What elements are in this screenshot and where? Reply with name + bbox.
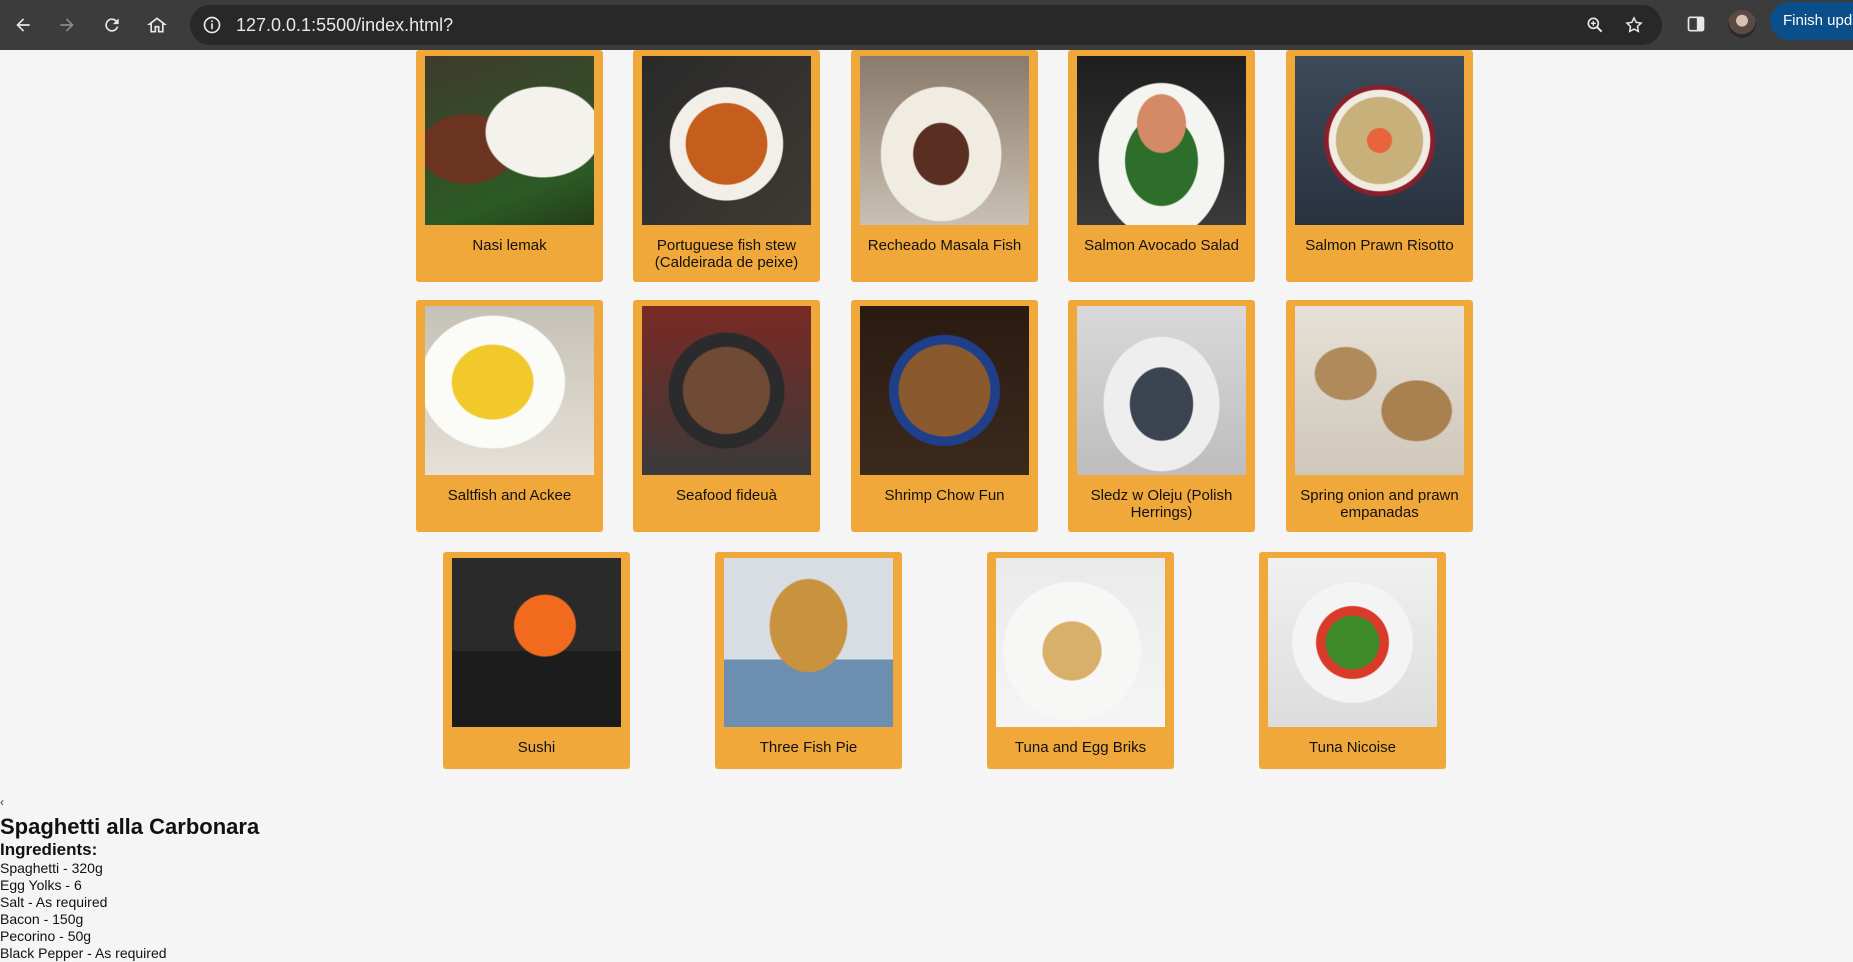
recipe-image[interactable] xyxy=(1295,306,1464,475)
recipe-card[interactable]: Saltfish and Ackee xyxy=(416,300,603,532)
recipe-title[interactable]: Sledz w Oleju (Polish Herrings) xyxy=(1072,487,1251,521)
recipe-title[interactable]: Recheado Masala Fish xyxy=(855,237,1034,254)
recipe-image[interactable] xyxy=(452,558,621,727)
finish-update-button[interactable]: Finish update xyxy=(1770,2,1853,40)
recipe-card[interactable]: Portuguese fish stew (Caldeirada de peix… xyxy=(633,50,820,282)
recipe-card[interactable]: Spring onion and prawn empanadas xyxy=(1286,300,1473,532)
recipe-card[interactable]: Sushi xyxy=(443,552,630,769)
side-panel-icon[interactable] xyxy=(1683,11,1709,37)
recipe-title[interactable]: Three Fish Pie xyxy=(719,739,898,756)
recipe-image[interactable] xyxy=(1077,56,1246,225)
site-info-icon[interactable] xyxy=(200,13,224,37)
ingredients-list: Spaghetti - 320g Egg Yolks - 6 Salt - As… xyxy=(0,860,167,962)
ingredients-heading: Ingredients: xyxy=(0,840,98,859)
back-icon[interactable] xyxy=(8,10,38,40)
ingredient-item: Spaghetti - 320g xyxy=(0,860,103,876)
bookmark-star-icon[interactable] xyxy=(1622,13,1646,37)
browser-toolbar: 127.0.0.1:5500/index.html? Finish update xyxy=(0,0,1853,50)
recipe-title[interactable]: Sushi xyxy=(447,739,626,756)
recipe-title[interactable]: Tuna and Egg Briks xyxy=(991,739,1170,756)
recipe-title[interactable]: Shrimp Chow Fun xyxy=(855,487,1034,504)
recipe-card[interactable]: Salmon Prawn Risotto xyxy=(1286,50,1473,282)
recipe-image[interactable] xyxy=(425,306,594,475)
ingredient-item: Black Pepper - As required xyxy=(0,945,167,961)
ingredient-item: Salt - As required xyxy=(0,894,108,910)
reload-icon[interactable] xyxy=(97,10,127,40)
url-text[interactable]: 127.0.0.1:5500/index.html? xyxy=(236,15,453,36)
address-bar[interactable]: 127.0.0.1:5500/index.html? xyxy=(190,5,1662,45)
recipe-image[interactable] xyxy=(642,56,811,225)
recipe-title[interactable]: Nasi lemak xyxy=(420,237,599,254)
recipe-title[interactable]: Portuguese fish stew (Caldeirada de peix… xyxy=(637,237,816,271)
recipe-image[interactable] xyxy=(860,306,1029,475)
recipe-image[interactable] xyxy=(1295,56,1464,225)
home-icon[interactable] xyxy=(142,10,172,40)
recipe-image[interactable] xyxy=(1268,558,1437,727)
back-link[interactable]: ‹ xyxy=(0,795,4,809)
recipe-title[interactable]: Salmon Prawn Risotto xyxy=(1290,237,1469,254)
recipe-title[interactable]: Saltfish and Ackee xyxy=(420,487,599,504)
recipe-image[interactable] xyxy=(860,56,1029,225)
ingredient-item: Egg Yolks - 6 xyxy=(0,877,82,893)
recipe-card[interactable]: Tuna Nicoise xyxy=(1259,552,1446,769)
recipe-title[interactable]: Tuna Nicoise xyxy=(1263,739,1442,756)
ingredient-item: Bacon - 150g xyxy=(0,911,84,927)
zoom-icon[interactable] xyxy=(1583,13,1607,37)
profile-avatar[interactable] xyxy=(1728,10,1756,38)
recipe-title[interactable]: Salmon Avocado Salad xyxy=(1072,237,1251,254)
recipe-card[interactable]: Seafood fideuà xyxy=(633,300,820,532)
recipe-card[interactable]: Three Fish Pie xyxy=(715,552,902,769)
recipe-image[interactable] xyxy=(724,558,893,727)
recipe-image[interactable] xyxy=(425,56,594,225)
recipe-card[interactable]: Tuna and Egg Briks xyxy=(987,552,1174,769)
recipe-card[interactable]: Recheado Masala Fish xyxy=(851,50,1038,282)
recipe-title[interactable]: Seafood fideuà xyxy=(637,487,816,504)
recipe-title[interactable]: Spring onion and prawn empanadas xyxy=(1290,487,1469,521)
recipe-card[interactable]: Shrimp Chow Fun xyxy=(851,300,1038,532)
recipe-image[interactable] xyxy=(996,558,1165,727)
recipe-image[interactable] xyxy=(642,306,811,475)
recipe-detail-title: Spaghetti alla Carbonara xyxy=(0,814,260,839)
recipe-card[interactable]: Salmon Avocado Salad xyxy=(1068,50,1255,282)
recipe-card[interactable]: Sledz w Oleju (Polish Herrings) xyxy=(1068,300,1255,532)
ingredient-item: Pecorino - 50g xyxy=(0,928,92,944)
recipe-image[interactable] xyxy=(1077,306,1246,475)
forward-icon[interactable] xyxy=(52,10,82,40)
recipe-card[interactable]: Nasi lemak xyxy=(416,50,603,282)
